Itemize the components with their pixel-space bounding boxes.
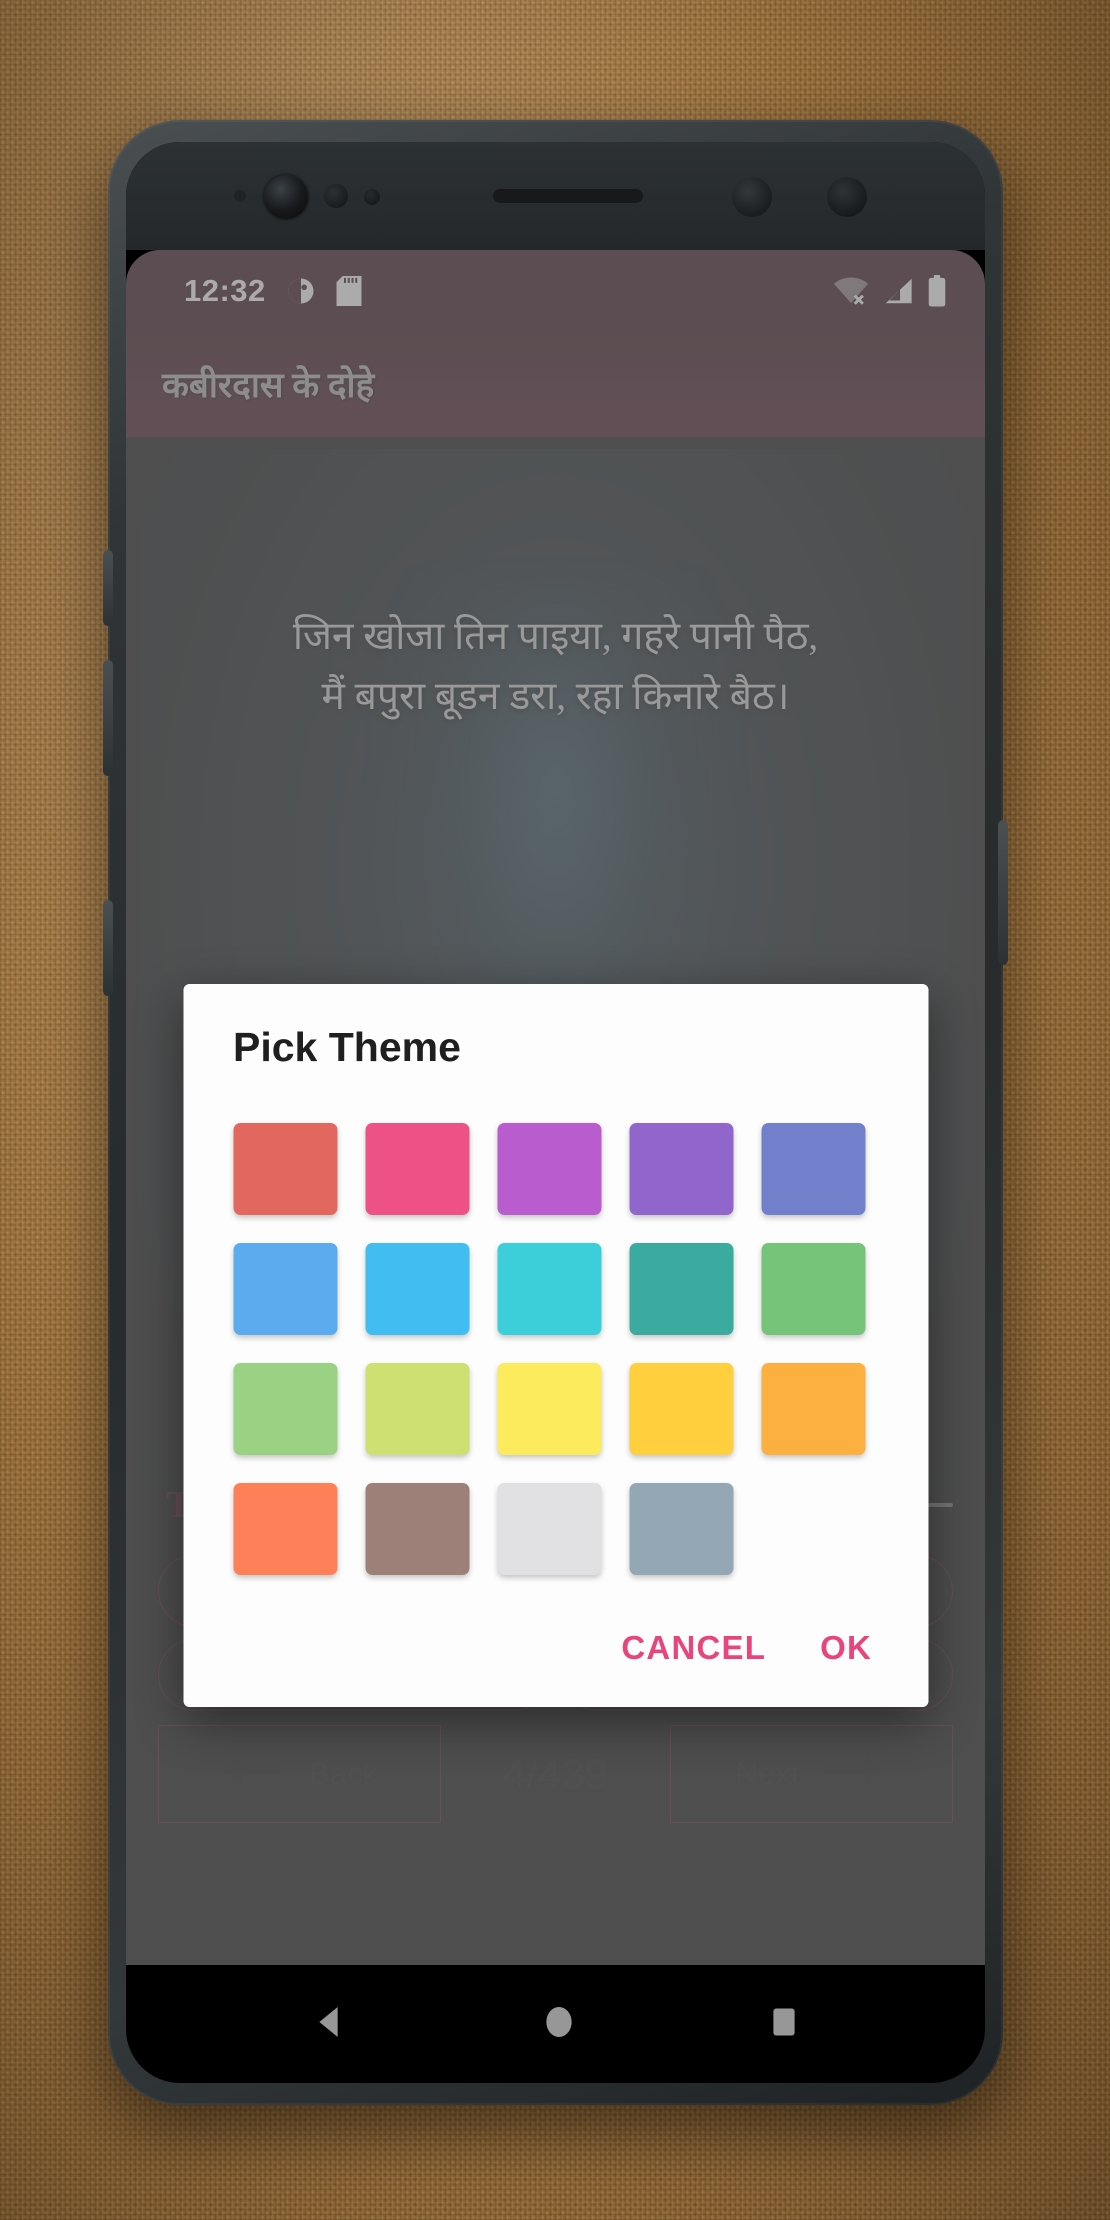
theme-swatch-amber[interactable] (629, 1363, 733, 1455)
sd-card-icon (336, 276, 362, 306)
theme-swatch-teal[interactable] (629, 1243, 733, 1335)
status-bar-left: 12:32 (184, 273, 362, 309)
phone-screen: 12:32 कबीरदास के दोहे जिन खोजा तिन पाइया… (126, 142, 985, 2083)
page-navigation-row: Back 4/439 Next (158, 1725, 953, 1823)
phone-top-bezel (126, 142, 985, 250)
arrow-right-icon (825, 1748, 887, 1800)
theme-swatch-amethyst[interactable] (629, 1123, 733, 1215)
theme-swatch-turquoise[interactable] (497, 1243, 601, 1335)
quote-text: जिन खोजा तिन पाइया, गहरे पानी पैठ, मैं ब… (292, 615, 819, 719)
dialog-actions: CANCEL OK (183, 1595, 928, 1707)
light-sensor-icon (364, 189, 380, 205)
arrow-left-icon (221, 1748, 283, 1800)
back-triangle-icon[interactable] (311, 2002, 351, 2047)
theme-swatch-light-green[interactable] (233, 1363, 337, 1455)
theme-swatch-cornflower[interactable] (233, 1243, 337, 1335)
back-button-label: Back (309, 1756, 378, 1791)
dialog-title: Pick Theme (233, 1024, 461, 1070)
cellular-signal-icon (883, 276, 913, 306)
theme-swatch-lime[interactable] (365, 1363, 469, 1455)
app-title: कबीरदास के दोहे (162, 366, 375, 405)
theme-swatch-coral-red[interactable] (233, 1123, 337, 1215)
theme-swatch-pink[interactable] (365, 1123, 469, 1215)
wifi-off-icon (833, 276, 869, 306)
app-bar: कबीरदास के दोहे (126, 332, 985, 437)
theme-swatch-green[interactable] (761, 1243, 865, 1335)
theme-swatch-slate-blue[interactable] (761, 1123, 865, 1215)
sensor-right-a-icon (732, 177, 772, 217)
theme-swatch-orchid[interactable] (497, 1123, 601, 1215)
home-circle-icon[interactable] (540, 2003, 578, 2046)
ok-button[interactable]: OK (820, 1629, 872, 1667)
pick-theme-dialog: Pick Theme CANCEL OK (183, 984, 928, 1707)
android-nav-bar (126, 1965, 985, 2083)
status-clock: 12:32 (184, 273, 266, 308)
app-viewport: 12:32 कबीरदास के दोहे जिन खोजा तिन पाइया… (126, 250, 985, 2083)
theme-swatch-yellow[interactable] (497, 1363, 601, 1455)
theme-swatch-deep-orange[interactable] (233, 1483, 337, 1575)
volume-up-button[interactable] (103, 550, 113, 626)
theme-swatch-orange[interactable] (761, 1363, 865, 1455)
phone-device: 12:32 कबीरदास के दोहे जिन खोजा तिन पाइया… (103, 120, 1008, 2105)
next-button-label: Next (735, 1756, 800, 1791)
assistant-button[interactable] (103, 900, 113, 996)
earpiece-speaker (493, 189, 643, 203)
iris-scanner-icon (324, 184, 348, 208)
battery-full-icon (927, 275, 947, 307)
front-camera-icon (264, 175, 308, 219)
page-indicator: 4/439 (502, 1750, 609, 1797)
theme-swatch-sky-blue[interactable] (365, 1243, 469, 1335)
power-button[interactable] (998, 820, 1008, 965)
volume-down-button[interactable] (103, 660, 113, 776)
theme-swatch-blue-grey[interactable] (629, 1483, 733, 1575)
theme-swatch-grid (183, 1071, 928, 1595)
recents-square-icon[interactable] (767, 2005, 801, 2044)
status-bar-right (833, 275, 947, 307)
theme-swatch-light-grey[interactable] (497, 1483, 601, 1575)
do-not-disturb-icon (286, 276, 316, 306)
back-button[interactable]: Back (158, 1725, 441, 1823)
status-bar: 12:32 (126, 250, 985, 332)
proximity-sensor-icon (234, 190, 246, 202)
theme-swatch-brown[interactable] (365, 1483, 469, 1575)
sensor-right-b-icon (827, 177, 867, 217)
cancel-button[interactable]: CANCEL (621, 1629, 766, 1667)
next-button[interactable]: Next (670, 1725, 953, 1823)
